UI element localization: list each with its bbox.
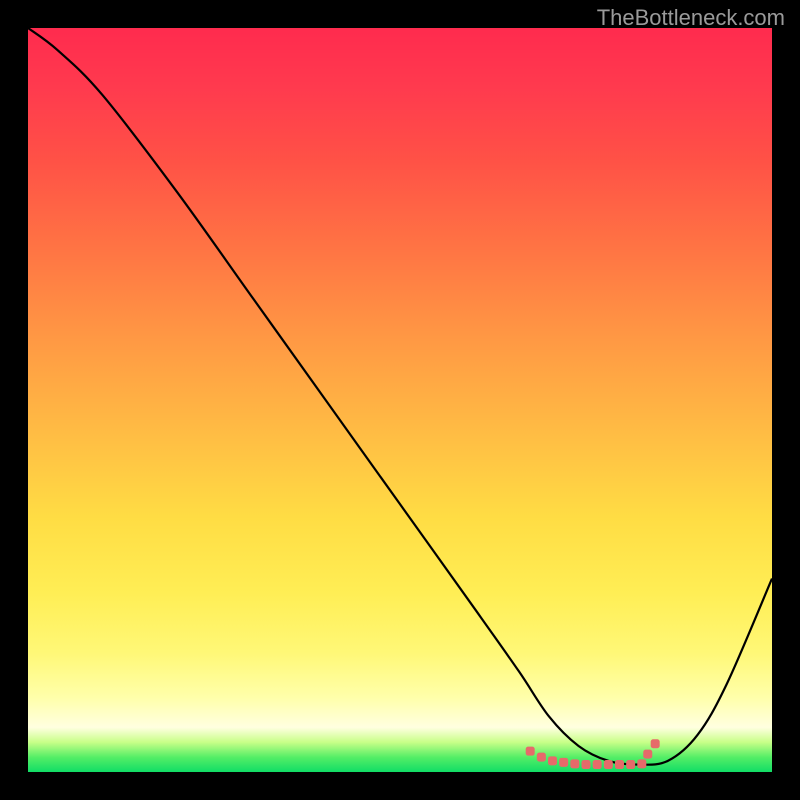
marker-point: [637, 759, 646, 768]
bottleneck-curve-line: [28, 28, 772, 765]
marker-point: [643, 750, 652, 759]
marker-point: [559, 758, 568, 767]
marker-point: [626, 760, 635, 769]
marker-point: [526, 747, 535, 756]
watermark-text: TheBottleneck.com: [597, 5, 785, 31]
marker-point: [615, 760, 624, 769]
chart-svg: [28, 28, 772, 772]
marker-point: [582, 760, 591, 769]
marker-point: [548, 756, 557, 765]
marker-point: [593, 760, 602, 769]
plot-area: [28, 28, 772, 772]
marker-point: [570, 759, 579, 768]
marker-point: [537, 753, 546, 762]
marker-point: [604, 760, 613, 769]
marker-point: [651, 739, 660, 748]
